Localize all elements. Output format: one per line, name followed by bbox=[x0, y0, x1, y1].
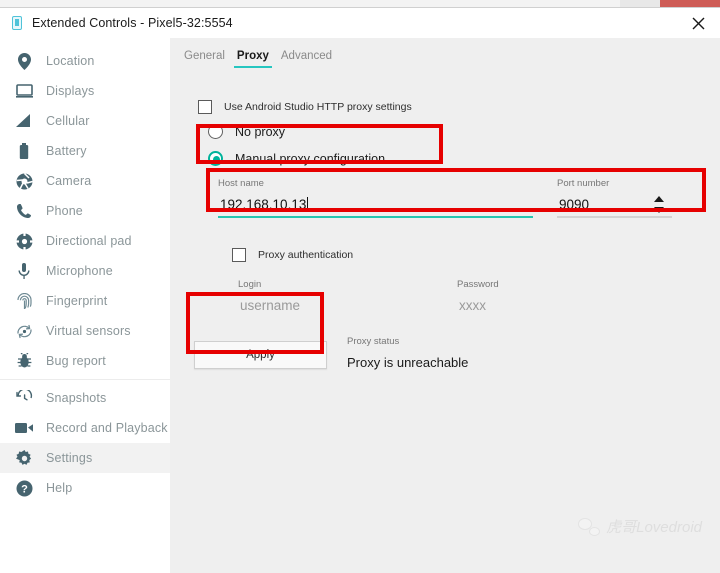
history-clock-icon bbox=[14, 388, 34, 408]
host-name-underline bbox=[218, 216, 533, 218]
sidebar-item-label: Location bbox=[46, 54, 95, 68]
fingerprint-icon bbox=[14, 291, 34, 311]
chevron-up-icon[interactable] bbox=[654, 195, 664, 202]
video-camera-icon bbox=[14, 418, 34, 438]
background-window-controls bbox=[620, 0, 660, 7]
proxy-auth-row[interactable]: Proxy authentication bbox=[232, 248, 353, 262]
sidebar-divider bbox=[0, 379, 170, 380]
sidebar-item-record-and-playback[interactable]: Record and Playback bbox=[0, 413, 170, 443]
window-body: Location Displays Cellular Battery Camer… bbox=[0, 38, 720, 573]
port-number-value: 9090 bbox=[559, 196, 590, 212]
host-name-input[interactable]: 192.168.10.13 bbox=[218, 190, 533, 218]
no-proxy-label: No proxy bbox=[235, 124, 286, 139]
content-area: General Proxy Advanced Use Android Studi… bbox=[170, 38, 720, 573]
use-studio-proxy-checkbox[interactable] bbox=[198, 100, 212, 114]
chevron-down-icon[interactable] bbox=[654, 206, 664, 213]
port-number-underline bbox=[557, 216, 672, 218]
monitor-icon bbox=[14, 81, 34, 101]
manual-proxy-row[interactable]: Manual proxy configuration bbox=[208, 151, 385, 166]
password-label: Password bbox=[457, 279, 499, 290]
background-window-close-strip bbox=[660, 0, 720, 7]
watermark-text: 虎哥Lovedroid bbox=[606, 519, 702, 536]
proxy-auth-checkbox[interactable] bbox=[232, 248, 246, 262]
sidebar-item-fingerprint[interactable]: Fingerprint bbox=[0, 286, 170, 316]
host-name-label: Host name bbox=[218, 178, 264, 189]
tab-bar: General Proxy Advanced bbox=[170, 38, 720, 68]
host-name-value: 192.168.10.13 bbox=[220, 196, 307, 212]
sidebar-item-cellular[interactable]: Cellular bbox=[0, 106, 170, 136]
login-input[interactable]: username bbox=[238, 294, 428, 316]
login-placeholder: username bbox=[240, 297, 301, 313]
screen-root: Extended Controls - Pixel5-32:5554 Locat… bbox=[0, 0, 720, 573]
sidebar-item-settings[interactable]: Settings bbox=[0, 443, 170, 473]
tab-proxy[interactable]: Proxy bbox=[231, 50, 275, 68]
port-number-stepper[interactable] bbox=[652, 192, 666, 216]
sidebar-item-label: Bug report bbox=[46, 354, 106, 368]
wechat-icon bbox=[578, 517, 601, 536]
sidebar-item-location[interactable]: Location bbox=[0, 46, 170, 76]
proxy-auth-label: Proxy authentication bbox=[258, 249, 354, 261]
camera-shutter-icon bbox=[14, 171, 34, 191]
extended-controls-window: Extended Controls - Pixel5-32:5554 Locat… bbox=[0, 8, 720, 573]
sidebar-item-label: Fingerprint bbox=[46, 294, 108, 308]
password-input[interactable]: xxxx bbox=[457, 294, 577, 316]
apply-button[interactable]: Apply bbox=[194, 341, 327, 369]
location-pin-icon bbox=[14, 51, 34, 71]
sidebar-item-bug-report[interactable]: Bug report bbox=[0, 346, 170, 376]
tab-advanced[interactable]: Advanced bbox=[275, 50, 338, 68]
microphone-icon bbox=[14, 261, 34, 281]
watermark: 虎哥Lovedroid bbox=[578, 516, 702, 537]
sidebar-item-label: Settings bbox=[46, 451, 93, 465]
sidebar-item-label: Record and Playback bbox=[46, 421, 168, 435]
rotation-sensor-icon bbox=[14, 321, 34, 341]
sidebar-item-label: Microphone bbox=[46, 264, 113, 278]
no-proxy-radio[interactable] bbox=[208, 124, 223, 139]
bug-icon bbox=[14, 351, 34, 371]
login-label: Login bbox=[238, 279, 262, 290]
proxy-status-value: Proxy is unreachable bbox=[347, 355, 469, 370]
sidebar-item-camera[interactable]: Camera bbox=[0, 166, 170, 196]
password-placeholder: xxxx bbox=[459, 297, 486, 313]
phone-handset-icon bbox=[14, 201, 34, 221]
tab-general[interactable]: General bbox=[178, 50, 231, 68]
sidebar-item-label: Displays bbox=[46, 84, 95, 98]
manual-proxy-radio[interactable] bbox=[208, 151, 223, 166]
window-title: Extended Controls - Pixel5-32:5554 bbox=[32, 16, 233, 30]
sidebar-item-microphone[interactable]: Microphone bbox=[0, 256, 170, 286]
proxy-status-label: Proxy status bbox=[347, 336, 400, 347]
title-bar: Extended Controls - Pixel5-32:5554 bbox=[0, 8, 720, 38]
sidebar-item-label: Help bbox=[46, 481, 73, 495]
question-circle-icon: ? bbox=[14, 478, 34, 498]
sidebar-item-directional-pad[interactable]: Directional pad bbox=[0, 226, 170, 256]
battery-icon bbox=[14, 141, 34, 161]
sidebar-item-label: Virtual sensors bbox=[46, 324, 131, 338]
manual-proxy-label: Manual proxy configuration bbox=[235, 151, 386, 166]
sidebar-item-label: Camera bbox=[46, 174, 92, 188]
sidebar-item-label: Directional pad bbox=[46, 234, 132, 248]
proxy-settings-pane: Use Android Studio HTTP proxy settings N… bbox=[170, 68, 720, 370]
sidebar-item-phone[interactable]: Phone bbox=[0, 196, 170, 226]
port-number-label: Port number bbox=[557, 178, 610, 189]
sidebar-item-displays[interactable]: Displays bbox=[0, 76, 170, 106]
use-studio-proxy-row[interactable]: Use Android Studio HTTP proxy settings bbox=[198, 100, 412, 114]
sidebar-item-battery[interactable]: Battery bbox=[0, 136, 170, 166]
gear-icon bbox=[14, 448, 34, 468]
android-emulator-icon bbox=[10, 16, 24, 30]
sidebar-item-help[interactable]: ? Help bbox=[0, 473, 170, 503]
background-window-sliver bbox=[0, 0, 720, 8]
signal-bars-icon bbox=[14, 111, 34, 131]
close-icon[interactable] bbox=[676, 8, 720, 38]
sidebar-item-label: Phone bbox=[46, 204, 83, 218]
dpad-icon bbox=[14, 231, 34, 251]
sidebar-item-label: Snapshots bbox=[46, 391, 107, 405]
no-proxy-row[interactable]: No proxy bbox=[208, 124, 285, 139]
use-studio-proxy-label: Use Android Studio HTTP proxy settings bbox=[224, 101, 412, 113]
sidebar-nav: Location Displays Cellular Battery Camer… bbox=[0, 38, 170, 573]
sidebar-item-virtual-sensors[interactable]: Virtual sensors bbox=[0, 316, 170, 346]
sidebar-item-snapshots[interactable]: Snapshots bbox=[0, 383, 170, 413]
text-caret bbox=[307, 196, 309, 212]
sidebar-item-label: Cellular bbox=[46, 114, 90, 128]
sidebar-item-label: Battery bbox=[46, 144, 87, 158]
svg-text:?: ? bbox=[21, 483, 28, 495]
